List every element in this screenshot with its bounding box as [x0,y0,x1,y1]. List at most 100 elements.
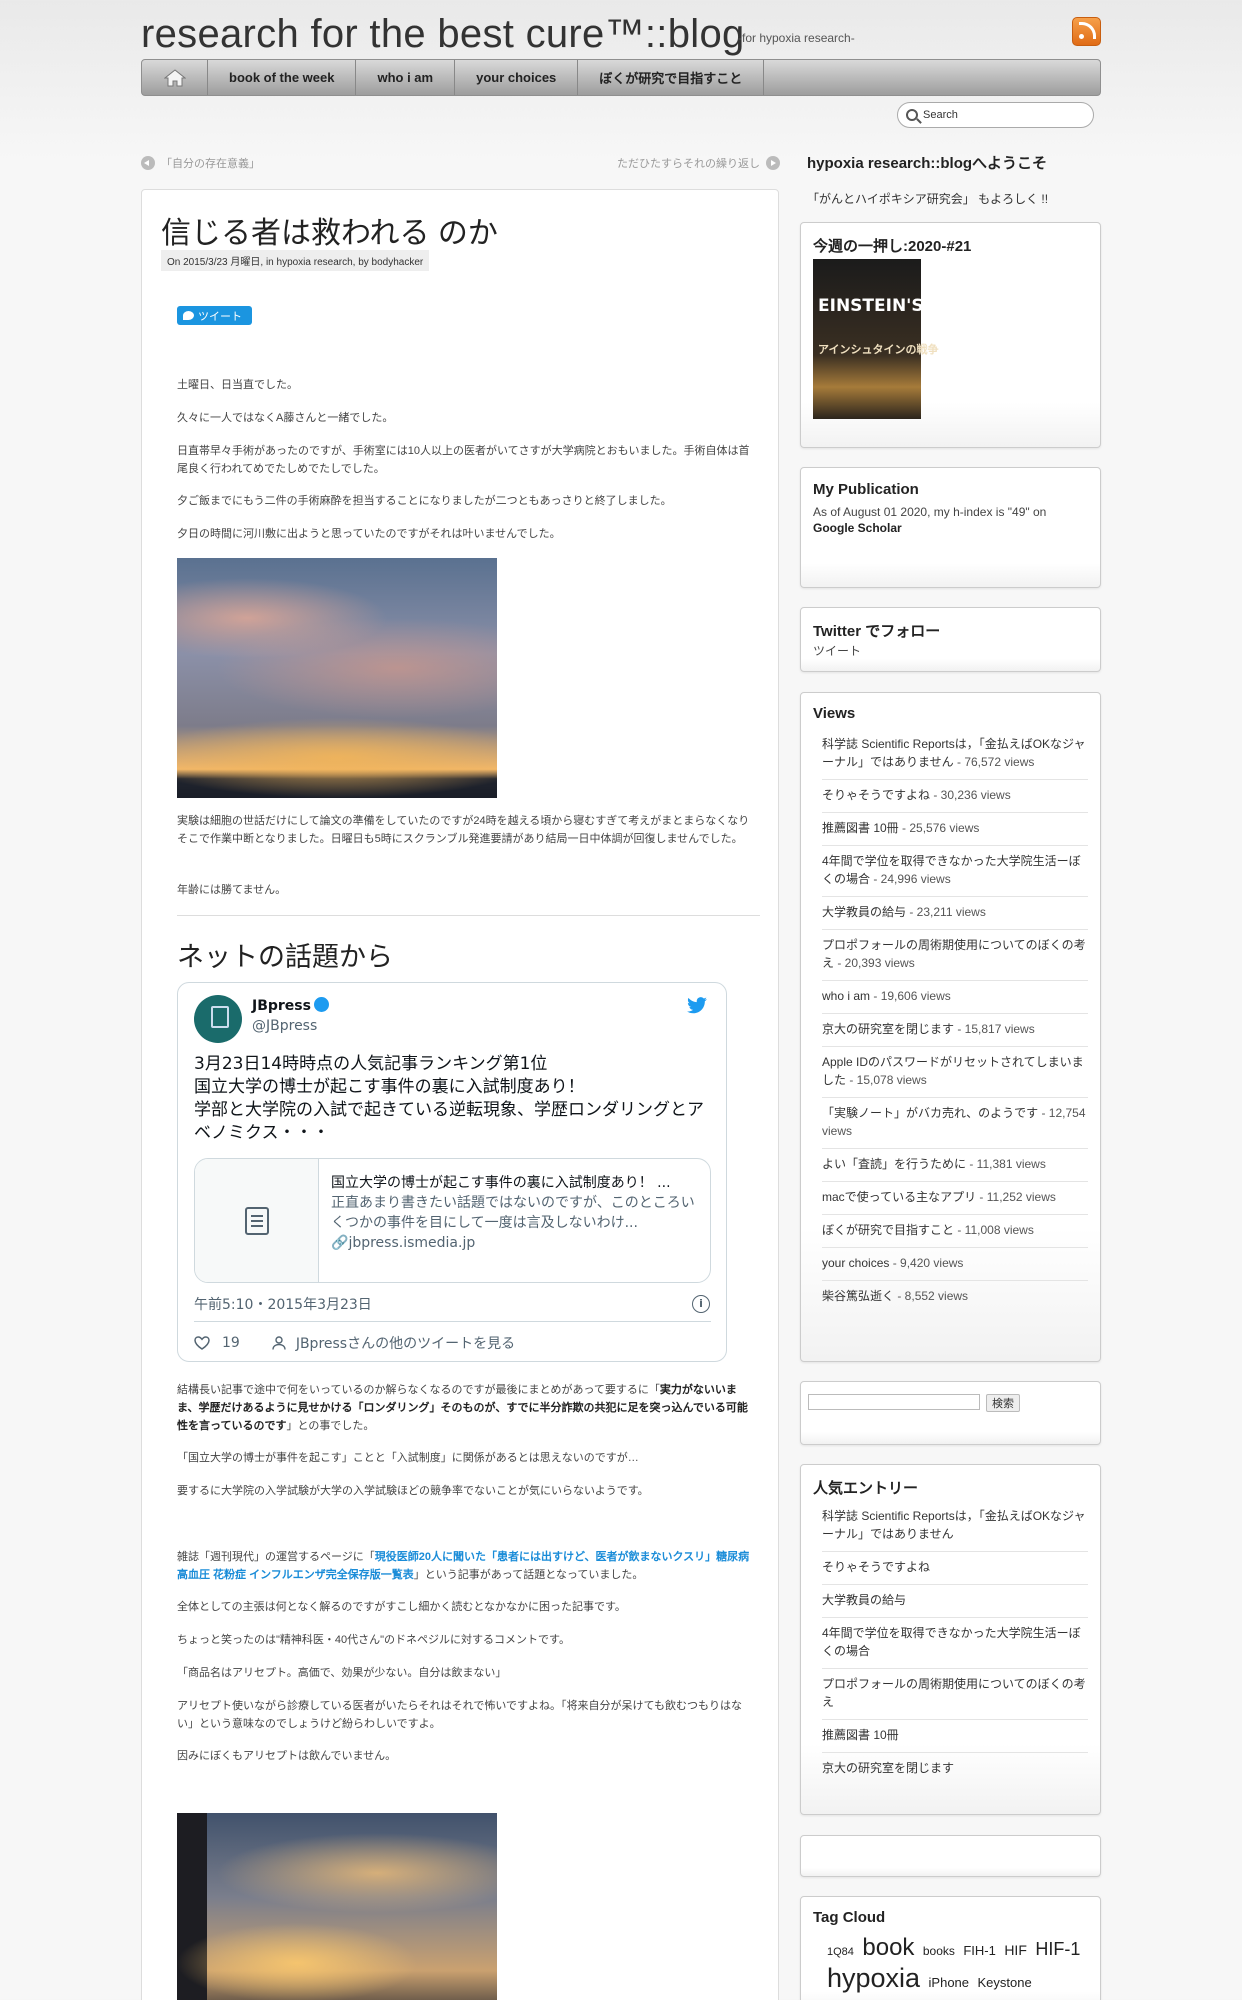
tag-link[interactable]: iPhone [929,1975,969,1990]
list-item[interactable]: よい「査読」を行うために - 11,381 views [822,1149,1088,1182]
post-title[interactable]: 信じる者は救われる のか [161,208,498,252]
list-item-label: そりゃそうですよね [822,788,931,802]
list-item-label: 推薦図書 10冊 [822,821,899,835]
nav-item-your-choices[interactable]: your choices [455,60,579,95]
list-item-label: 京大の研究室を閉じます [822,1022,955,1036]
rss-icon[interactable] [1072,17,1101,46]
list-item[interactable]: 京大の研究室を閉じます [822,1753,1088,1785]
list-item[interactable]: 「実験ノート」がバカ売れ、のようです - 12,754 views [822,1098,1088,1149]
tag-link[interactable]: books [923,1944,955,1958]
view-count: - 11,381 views [966,1157,1046,1171]
sunset-photo [177,558,497,798]
view-count: - 19,606 views [870,989,951,1003]
info-icon[interactable]: i [692,1295,710,1313]
tag-link[interactable]: 1Q84 [827,1946,854,1958]
search-box [897,102,1094,128]
post-paragraph: 夕日の時間に河川敷に出ようと思っていたのですがそれは叶いませんでした。 [177,528,561,540]
list-item[interactable]: プロポフォールの周術期使用についてのぼくの考え [822,1669,1088,1720]
tag-link[interactable]: HIF [1004,1942,1027,1958]
nav-item-book-of-the-week[interactable]: book of the week [208,60,357,95]
list-item-label: macで使っている主なアプリ [822,1190,977,1204]
list-item[interactable]: 京大の研究室を閉じます - 15,817 views [822,1014,1088,1047]
list-item[interactable]: 4年間で学位を取得できなかった大学院生活ーぼくの場合 [822,1618,1088,1669]
post-meta: On 2015/3/23 月曜日, in hypoxia research, b… [161,250,430,271]
list-item[interactable]: Apple IDのパスワードがリセットされてしまいました - 15,078 vi… [822,1047,1088,1098]
list-item[interactable]: your choices - 9,420 views [822,1248,1088,1281]
widget-title[interactable]: 今週の一押し:2020-#21 [813,235,971,256]
list-item[interactable]: 科学誌 Scientific Reportsは，「金払えばOKなジャーナル」では… [822,1501,1088,1552]
tweet-button-label: ツイート [198,310,242,323]
tag-cloud-widget: Tag Cloud 1Q84 book books FIH-1 HIF HIF-… [800,1896,1101,2000]
list-item-label: ぼくが研究で目指すこと [822,1223,955,1237]
link-card-body: 国立大学の博士が起こす事件の裏に入試制度あり！ ... 正直あまり書きたい話題で… [331,1173,701,1253]
search-input[interactable] [923,109,1073,121]
post-paragraph: 因みにぼくもアリセプトは飲んでいません。 [177,1750,397,1762]
more-tweets-link[interactable]: JBpressさんの他のツイートを見る [296,1333,515,1353]
nav-item-research-goal[interactable]: ぼくが研究で目指すこと [578,60,765,95]
list-item-label: 大学教員の給与 [822,905,907,919]
list-item[interactable]: そりゃそうですよね [822,1552,1088,1585]
tweet-button[interactable]: ツイート [177,306,252,325]
list-item[interactable]: 推薦図書 10冊 [822,1720,1088,1753]
like-count[interactable]: 19 [222,1335,240,1351]
list-item[interactable]: 柴谷篤弘逝く - 8,552 views [822,1281,1088,1313]
site-title[interactable]: research for the best cure™::blog [141,12,745,57]
book-of-week-widget: 今週の一押し:2020-#21 EINSTEIN'S WAR アインシュタインの… [800,222,1101,448]
embedded-tweet[interactable]: JBpress @JBpress 3月23日14時時点の人気記事ランキング第1位… [177,982,727,1362]
tag-link[interactable]: book [862,1934,914,1961]
divider [177,915,760,916]
tag-link[interactable]: Keystone [977,1975,1031,1990]
next-post-link[interactable]: ただひたすらそれの繰り返し [617,155,780,171]
tag-link[interactable]: FIH-1 [963,1943,996,1958]
list-item[interactable]: そりゃそうですよね - 30,236 views [822,780,1088,813]
view-count: - 24,996 views [870,872,951,886]
list-item[interactable]: 4年間で学位を取得できなかった大学院生活ーぼくの場合 - 24,996 view… [822,846,1088,897]
tweet-author-name-text: JBpress [252,998,311,1014]
heart-icon[interactable] [194,1336,210,1350]
verified-icon [313,997,329,1012]
list-item[interactable]: 推薦図書 10冊 - 25,576 views [822,813,1088,846]
list-item[interactable]: who i am - 19,606 views [822,981,1088,1014]
page-wrapper: research for the best cure™::blog -for h… [141,0,1101,2000]
welcome-title: hypoxia research::blogへようこそ [807,155,1048,172]
link-card-title: 国立大学の博士が起こす事件の裏に入試制度あり！ ... [331,1175,671,1191]
list-item[interactable]: 大学教員の給与 [822,1585,1088,1618]
list-item[interactable]: macで使っている主なアプリ - 11,252 views [822,1182,1088,1215]
twitter-bird-icon [183,311,194,320]
person-icon [272,1336,286,1350]
nav-item-who-i-am[interactable]: who i am [356,60,456,95]
widget-title: My Publication [813,481,919,498]
list-item[interactable]: 大学教員の給与 - 23,211 views [822,897,1088,930]
post-paragraph: 土曜日、日当直でした。 [177,379,298,391]
list-item-label: who i am [822,989,871,1003]
book-cover[interactable]: EINSTEIN'S WAR アインシュタインの戦争 [813,259,974,419]
tweet-timestamp[interactable]: 午前5:10・2015年3月23日 [194,1294,372,1314]
tweet-handle[interactable]: @JBpress [252,1018,317,1034]
avatar[interactable] [194,995,242,1043]
list-item[interactable]: プロポフォールの周術期使用についてのぼくの考え - 20,393 views [822,930,1088,981]
publication-widget: My Publication As of August 01 2020, my … [800,467,1101,588]
tag-cloud: 1Q84 book books FIH-1 HIF HIF-1 hypoxia … [827,1935,1097,1996]
site-description: -for hypoxia research- [738,31,855,45]
tag-link[interactable]: hypoxia [827,1963,920,1993]
list-item[interactable]: 科学誌 Scientific Reportsは，「金払えばOKなジャーナル」では… [822,729,1088,780]
prev-post-link[interactable]: 「自分の存在意義」 [141,155,260,171]
main-nav: book of the week who i am your choices ぼ… [141,59,1101,96]
twitter-logo-icon[interactable] [686,997,708,1015]
paragraph-text: 雑誌「週刊現代」の運営するページに「 [177,1551,375,1563]
sidebar-search-input[interactable] [808,1394,980,1410]
view-count: - 76,572 views [953,755,1035,769]
divider [194,1321,711,1322]
link-card[interactable]: 国立大学の博士が起こす事件の裏に入試制度あり！ ... 正直あまり書きたい話題で… [194,1158,711,1283]
post-paragraph: 年齢には勝てません。 [177,884,287,896]
google-scholar-link[interactable]: Google Scholar [813,521,902,535]
tweet-author-name[interactable]: JBpress [252,997,329,1014]
tag-link[interactable]: HIF-1 [1035,1939,1080,1959]
twitter-follow-link[interactable]: ツイート [813,643,1093,659]
list-item[interactable]: ぼくが研究で目指すこと - 11,008 views [822,1215,1088,1248]
sidebar-search-button[interactable]: 検索 [986,1394,1020,1412]
view-count: - 8,552 views [894,1289,969,1303]
link-card-description: 正直あまり書きたい話題ではないのですが、このところいくつかの事件を目にして一度は… [331,1195,695,1231]
home-button[interactable] [142,60,208,95]
view-count: - 11,252 views [976,1190,1056,1204]
